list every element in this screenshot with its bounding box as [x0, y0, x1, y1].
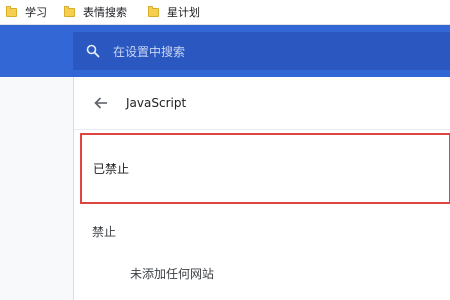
blocked-section-heading: 禁止 — [92, 225, 117, 239]
folder-icon — [64, 5, 75, 17]
bookmark-label: 表情搜索 — [83, 6, 127, 19]
bookmark-folder-study[interactable]: 学习 — [6, 0, 47, 24]
search-icon — [85, 43, 101, 59]
blocked-setting-label: 已禁止 — [93, 162, 130, 176]
blocked-setting-row[interactable]: 已禁止 — [80, 133, 450, 204]
folder-icon — [6, 5, 17, 17]
search-placeholder: 在设置中搜索 — [113, 44, 186, 59]
divider — [74, 129, 450, 130]
empty-list-message: 未添加任何网站 — [130, 267, 215, 281]
settings-search-input[interactable]: 在设置中搜索 — [73, 32, 450, 70]
subpage-header: JavaScript — [74, 77, 450, 129]
page-title: JavaScript — [126, 96, 187, 110]
bookmark-label: 学习 — [25, 6, 47, 19]
settings-header: 在设置中搜索 — [0, 25, 450, 77]
javascript-settings-card: JavaScript 已禁止 禁止 未添加任何网站 — [73, 77, 450, 300]
left-sidebar-area — [0, 77, 73, 300]
bookmark-label: 星计划 — [167, 6, 200, 19]
folder-icon — [148, 5, 159, 17]
bookmark-folder-star-plan[interactable]: 星计划 — [148, 0, 200, 24]
bookmark-folder-emoji-search[interactable]: 表情搜索 — [64, 0, 127, 24]
bookmarks-bar: 学习 表情搜索 星计划 — [0, 0, 450, 25]
back-arrow-icon[interactable] — [92, 94, 110, 112]
settings-window: 学习 表情搜索 星计划 在设置中搜索 JavaScript 已禁止 禁止 未添加… — [0, 0, 450, 300]
